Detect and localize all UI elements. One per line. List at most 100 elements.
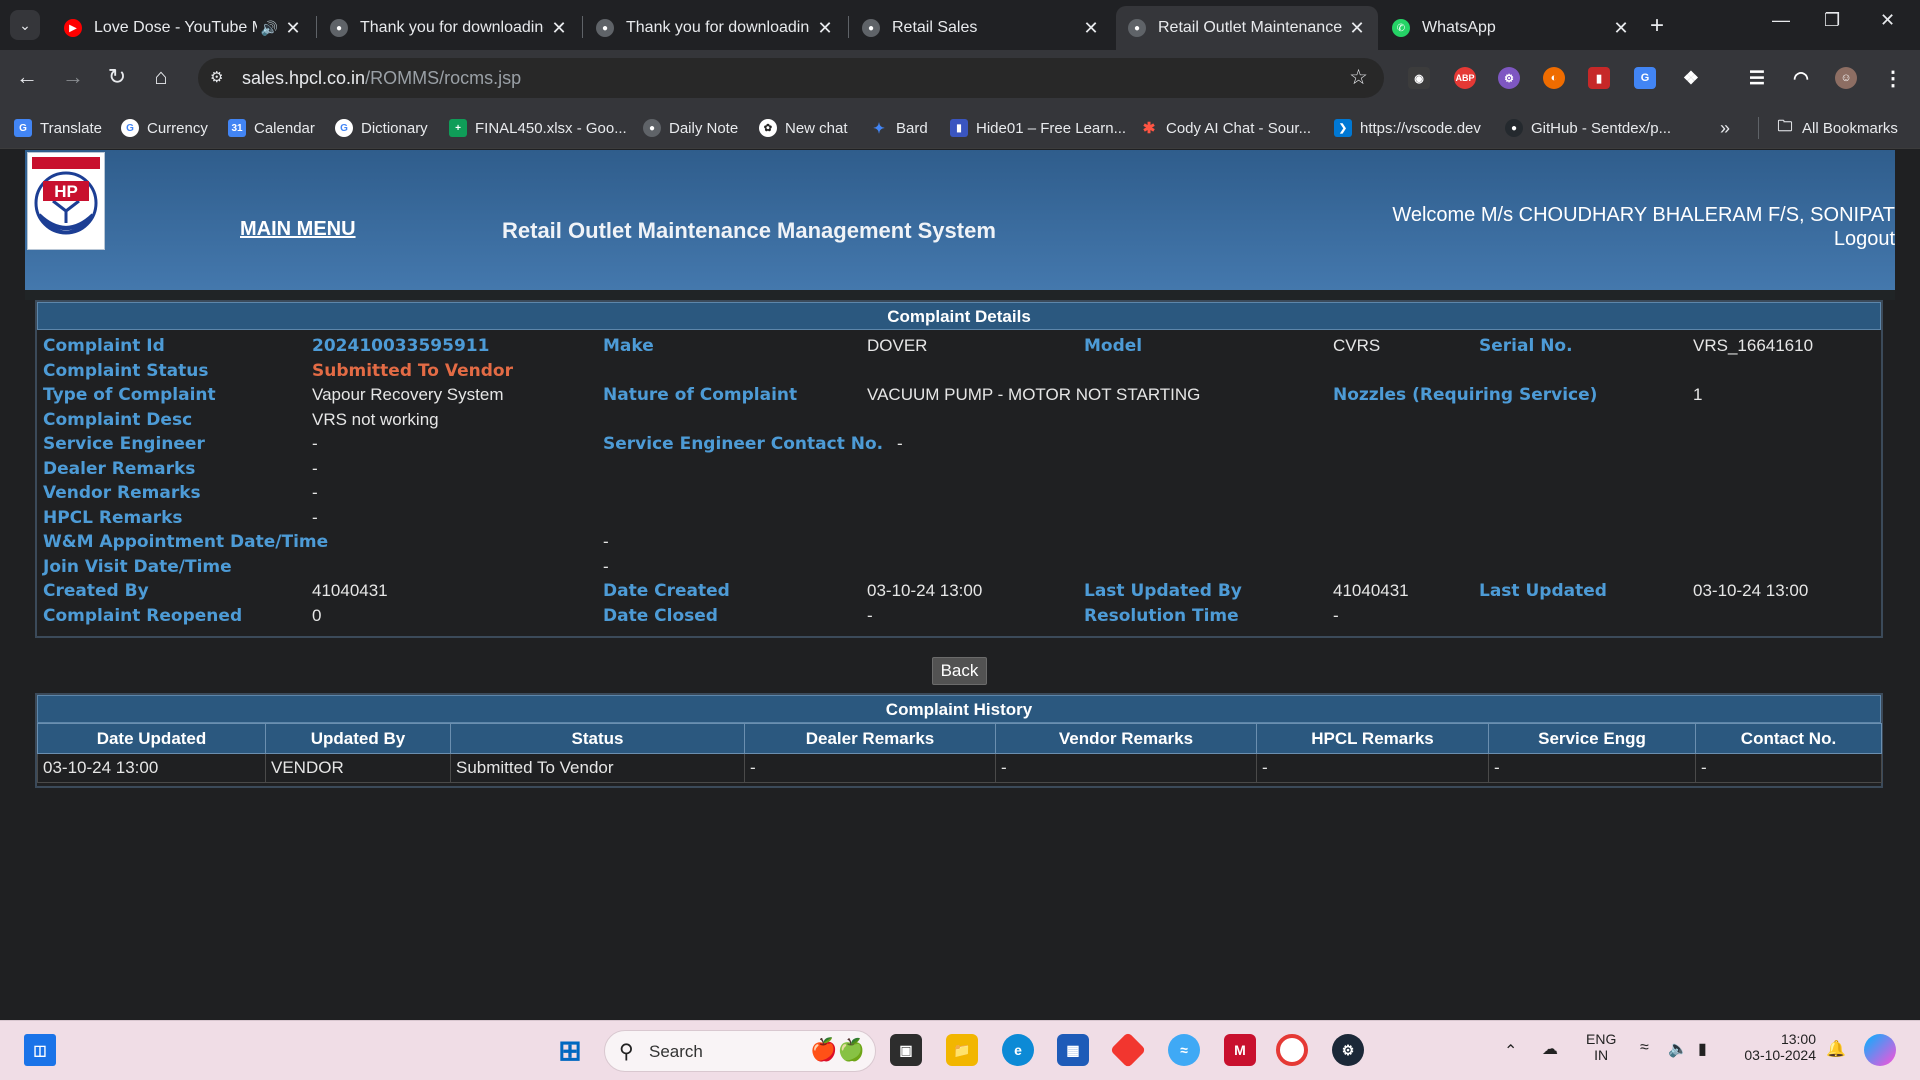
back-icon[interactable]: ← (12, 64, 42, 90)
tab-download-2[interactable]: ● Thank you for downloading ✕ (584, 6, 846, 50)
reader-extension-icon[interactable]: ◉ (1408, 67, 1430, 89)
bookmark-label: Cody AI Chat - Sour... (1166, 119, 1312, 137)
cloud-offline-icon[interactable]: ☁ (1542, 1039, 1558, 1059)
reload-icon[interactable]: ↻ (102, 64, 132, 90)
media-control-icon[interactable]: ☰ (1746, 67, 1768, 89)
created-by-value: 41040431 (312, 581, 388, 600)
clock[interactable]: 13:00 03-10-2024 (1730, 1031, 1816, 1063)
bookmark-cody[interactable]: ✱ Cody AI Chat - Sour... (1140, 116, 1311, 140)
close-tab-icon[interactable]: ✕ (284, 18, 302, 39)
new-tab-icon[interactable]: + (1650, 12, 1664, 40)
google-translate-icon[interactable]: G (1634, 67, 1656, 89)
edge-icon[interactable]: e (1002, 1034, 1034, 1066)
widgets-icon[interactable]: ◫ (24, 1034, 56, 1066)
menu-kebab-icon[interactable]: ⋮ (1882, 67, 1904, 90)
orange-extension-icon[interactable]: ◐ (1543, 67, 1565, 89)
tab-search-dropdown-icon[interactable]: ⌄ (10, 10, 40, 40)
adblock-icon[interactable]: ABP (1454, 67, 1476, 89)
make-label: Make (603, 336, 654, 356)
url-host: sales.hpcl.co.in (242, 68, 366, 88)
bookmark-github[interactable]: ● GitHub - Sentdex/p... (1505, 116, 1671, 140)
gear-extension-icon[interactable]: ⚙ (1498, 67, 1520, 89)
sync-status-icon[interactable]: ◠ (1790, 67, 1812, 89)
tab-download-1[interactable]: ● Thank you for downloading ✕ (318, 6, 580, 50)
home-icon[interactable]: ⌂ (146, 64, 176, 90)
bookmark-daily-note[interactable]: ● Daily Note (643, 116, 738, 140)
restore-icon[interactable]: ❐ (1824, 10, 1840, 31)
tab-retail-sales[interactable]: ● Retail Sales ✕ (850, 6, 1112, 50)
close-tab-icon[interactable]: ✕ (550, 18, 568, 39)
column-header: Status (450, 723, 745, 754)
file-explorer-icon[interactable]: 📁 (946, 1034, 978, 1066)
vscode-icon: ❯ (1334, 119, 1352, 137)
bookmark-star-icon[interactable]: ☆ (1349, 65, 1368, 90)
bookmark-label: New chat (785, 119, 848, 137)
steam-icon[interactable]: ⚙ (1332, 1034, 1364, 1066)
close-tab-icon[interactable]: ✕ (816, 18, 834, 39)
all-bookmarks[interactable]: 🗀 All Bookmarks (1776, 116, 1897, 140)
logout-link[interactable]: Logout (1834, 228, 1895, 251)
task-view-icon[interactable]: ▣ (890, 1034, 922, 1066)
globe-icon: ● (330, 19, 348, 37)
language-indicator[interactable]: ENG IN (1586, 1031, 1616, 1063)
main-menu-link[interactable]: MAIN MENU (240, 218, 356, 241)
bookmark-extension-icon[interactable]: ▮ (1588, 67, 1610, 89)
main-content: Complaint Details Complaint Id 202410033… (25, 290, 1895, 1020)
copilot-icon[interactable] (1864, 1034, 1896, 1066)
notification-bell-icon[interactable]: 🔔 (1826, 1039, 1846, 1059)
bookmark-final450[interactable]: + FINAL450.xlsx - Goo... (449, 116, 627, 140)
complaint-nature-value: VACUUM PUMP - MOTOR NOT STARTING (867, 385, 1201, 404)
complaint-status-value: Submitted To Vendor (312, 361, 513, 381)
windows-start-icon[interactable]: ⊞ (554, 1034, 586, 1066)
bookmark-hide01[interactable]: ▮ Hide01 – Free Learn... (950, 116, 1126, 140)
bookmark-label: Currency (147, 119, 208, 137)
chrome-icon[interactable] (1276, 1034, 1308, 1066)
complaint-status-label: Complaint Status (43, 361, 209, 381)
battery-icon[interactable]: ▮ (1698, 1039, 1707, 1059)
minimize-icon[interactable]: — (1772, 10, 1790, 31)
translate-icon: G (14, 119, 32, 137)
mcafee-icon[interactable]: M (1224, 1034, 1256, 1066)
bookmark-label: Daily Note (669, 119, 739, 137)
more-bookmarks-chevron-icon[interactable]: » (1720, 116, 1730, 140)
model-value: CVRS (1333, 336, 1381, 355)
speaker-icon[interactable]: 🔊 (261, 20, 278, 37)
microsoft-store-icon[interactable]: ▦ (1057, 1034, 1089, 1066)
join-visit-label: Join Visit Date/Time (43, 557, 232, 577)
complaint-details-title: Complaint Details (37, 302, 1881, 330)
bookmark-dictionary[interactable]: G Dictionary (335, 116, 428, 140)
profile-avatar-icon[interactable]: ☺ (1835, 67, 1857, 89)
extensions-puzzle-icon[interactable]: ❖ (1680, 67, 1702, 89)
nozzles-value: 1 (1693, 385, 1703, 404)
close-tab-icon[interactable]: ✕ (1082, 18, 1100, 39)
url-path: /ROMMS/rocms.jsp (365, 68, 522, 88)
bookmark-label: https://vscode.dev (1360, 119, 1481, 137)
bookmark-bard[interactable]: ✦ Bard (870, 116, 928, 140)
page-title: Retail Outlet Maintenance Management Sys… (502, 218, 996, 243)
hp-logo: HP (27, 152, 105, 250)
forward-icon[interactable]: → (58, 64, 88, 90)
date-created-value: 03-10-24 13:00 (867, 581, 983, 600)
tab-youtube[interactable]: ▶ Love Dose - YouTube M 🔊 ✕ (52, 6, 314, 50)
show-hidden-icons-chevron-icon[interactable]: ⌃ (1504, 1041, 1517, 1061)
tab-whatsapp[interactable]: ✆ WhatsApp ✕ (1380, 6, 1642, 50)
address-bar[interactable]: ⚙ sales.hpcl.co.in/ROMMS/rocms.jsp ☆ (198, 58, 1384, 98)
tab-retail-outlet-maintenance[interactable]: ● Retail Outlet Maintenance ✕ (1116, 6, 1378, 50)
bookmark-translate[interactable]: G Translate (14, 116, 102, 140)
bookmark-calendar[interactable]: 31 Calendar (228, 116, 315, 140)
python-icon[interactable]: ≈ (1168, 1034, 1200, 1066)
taskbar-search[interactable]: ⚲ Search 🍎🍏 (604, 1030, 876, 1072)
close-tab-icon[interactable]: ✕ (1612, 18, 1630, 39)
last-updated-label: Last Updated (1479, 581, 1607, 601)
close-window-icon[interactable]: ✕ (1880, 10, 1895, 31)
url-text[interactable]: sales.hpcl.co.in/ROMMS/rocms.jsp (242, 68, 521, 89)
bookmark-vscode[interactable]: ❯ https://vscode.dev (1334, 116, 1481, 140)
bookmark-currency[interactable]: G Currency (121, 116, 208, 140)
back-button[interactable]: Back (932, 657, 987, 685)
site-info-icon[interactable]: ⚙ (210, 68, 223, 86)
bookmark-new-chat[interactable]: ✿ New chat (759, 116, 848, 140)
close-tab-icon[interactable]: ✕ (1348, 18, 1366, 39)
diamond-app-icon[interactable] (1109, 1031, 1147, 1069)
volume-icon[interactable]: 🔈 (1668, 1039, 1688, 1059)
wifi-icon[interactable]: ≈ (1640, 1039, 1649, 1057)
